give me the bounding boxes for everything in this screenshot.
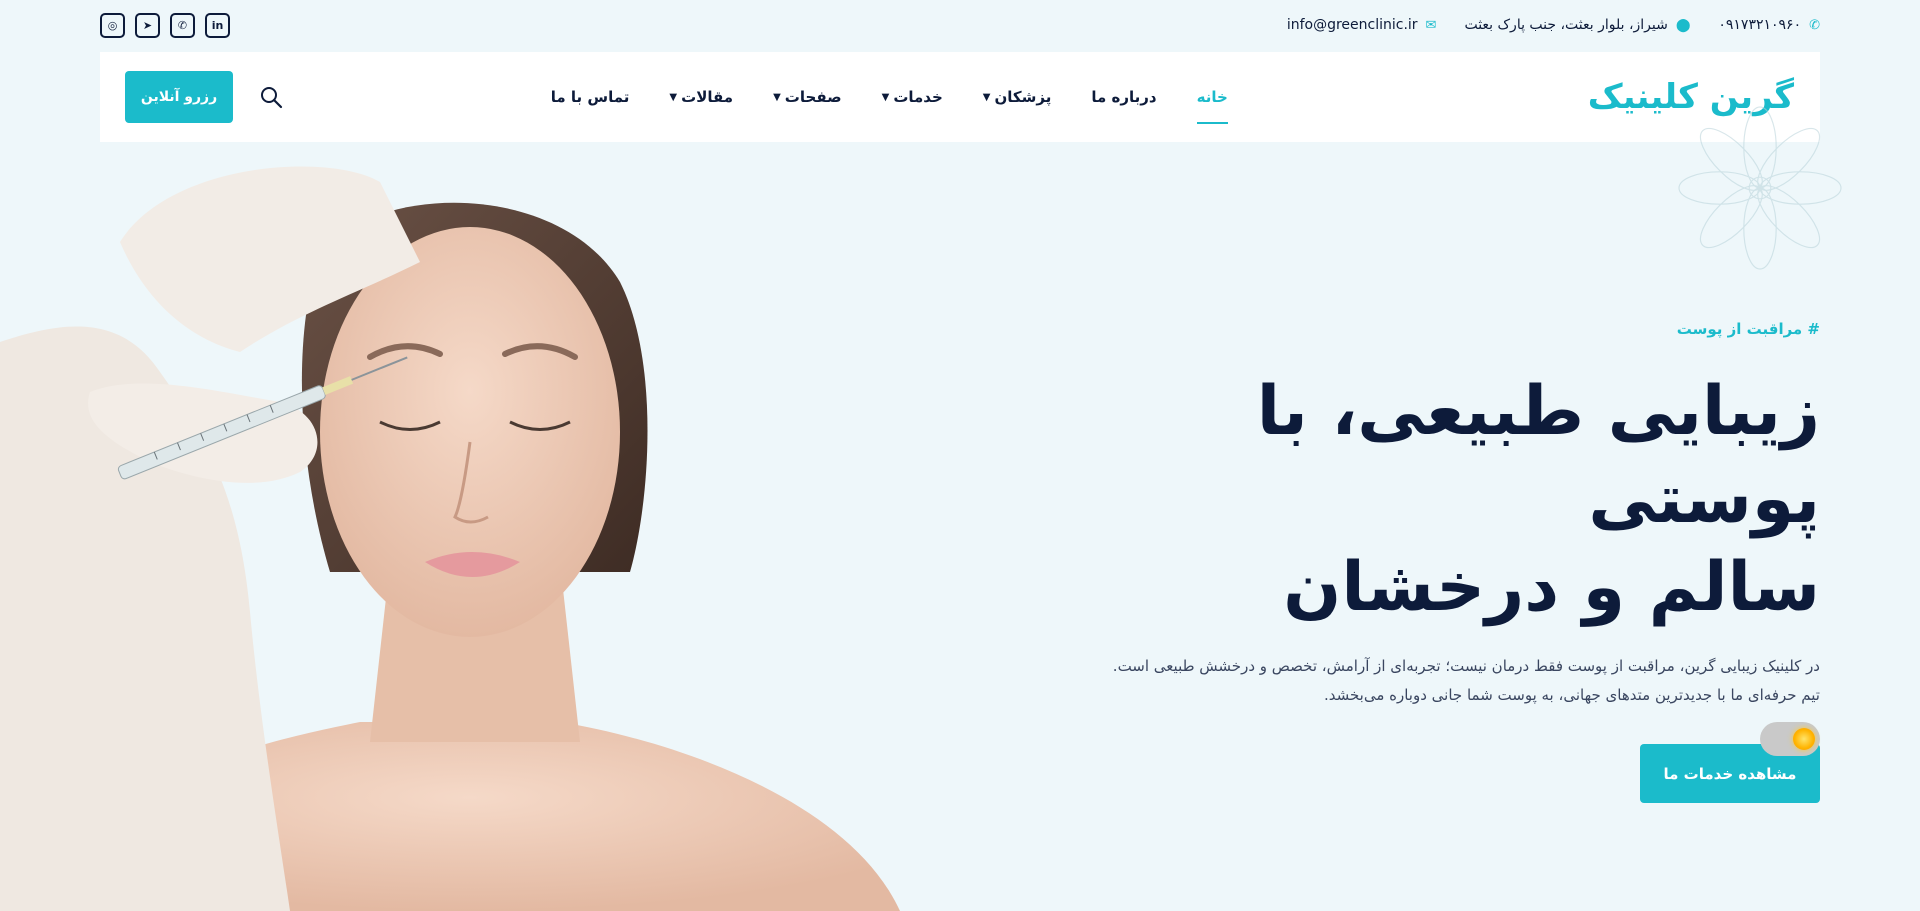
location-pin-icon: ⬤ xyxy=(1675,17,1691,33)
mail-icon: ✉ xyxy=(1425,17,1437,33)
nav-item-about[interactable]: درباره ما xyxy=(1091,52,1156,142)
address-item: ⬤ شیراز، بلوار بعثت، جنب پارک بعثت xyxy=(1464,17,1690,33)
social-links: ◎ ➤ ✆ in xyxy=(100,12,230,38)
nav-item-label: خانه xyxy=(1196,88,1228,106)
linkedin-icon[interactable]: in xyxy=(205,12,230,38)
nav-item-label: پزشکان xyxy=(994,88,1052,106)
caret-down-icon: ▼ xyxy=(669,91,678,103)
header-actions: رزرو آنلاین xyxy=(125,71,285,123)
whatsapp-icon[interactable]: ✆ xyxy=(170,12,195,38)
instagram-icon[interactable]: ◎ xyxy=(100,12,125,38)
reserve-online-button[interactable]: رزرو آنلاین xyxy=(125,71,233,123)
phone-icon: ✆ xyxy=(1809,17,1820,33)
search-icon[interactable] xyxy=(257,83,285,111)
caret-down-icon: ▼ xyxy=(982,91,991,103)
nav-item-pages[interactable]: صفحات ▼ xyxy=(773,52,842,142)
nav-item-label: خدمات xyxy=(893,88,943,106)
phone-item[interactable]: ✆ ۰۹۱۷۳۲۱۰۹۶۰ xyxy=(1718,17,1820,33)
nav-item-home[interactable]: خانه xyxy=(1196,52,1228,142)
flower-decoration xyxy=(1678,106,1842,270)
phone-text: ۰۹۱۷۳۲۱۰۹۶۰ xyxy=(1718,17,1802,33)
nav-item-label: تماس با ما xyxy=(550,88,630,106)
nav-item-label: صفحات xyxy=(784,88,842,106)
nav-item-articles[interactable]: مقالات ▼ xyxy=(669,52,733,142)
hero-headline-line2: سالم و درخشان xyxy=(1283,548,1820,627)
caret-down-icon: ▼ xyxy=(773,91,781,103)
hero-description: در کلینیک زیبایی گرین، مراقبت از پوست فق… xyxy=(1100,652,1820,710)
nav-item-contact[interactable]: تماس با ما xyxy=(551,52,630,142)
caret-down-icon: ▼ xyxy=(881,91,890,103)
theme-toggle[interactable] xyxy=(1760,722,1820,756)
hero-headline-line1: زیبایی طبیعی، با پوستی xyxy=(1256,372,1820,539)
telegram-icon[interactable]: ➤ xyxy=(135,12,160,38)
email-item[interactable]: ✉ info@greenclinic.ir xyxy=(1287,17,1437,33)
hero-description-line2: تیم حرفه‌ای ما با جدیدترین متدهای جهانی،… xyxy=(1323,686,1820,704)
main-nav: خانه درباره ما پزشکان ▼ خدمات ▼ صفحات ▼ مقا… xyxy=(551,52,1228,142)
nav-item-doctors[interactable]: پزشکان ▼ xyxy=(983,52,1052,142)
hero-eyebrow: # مراقبت از پوست xyxy=(1676,320,1820,338)
hero-image xyxy=(0,142,900,911)
main-header: گرین کلینیک خانه درباره ما پزشکان ▼ خدمات… xyxy=(100,52,1820,142)
email-text: info@greenclinic.ir xyxy=(1286,17,1418,33)
hero-content: # مراقبت از پوست زیبایی طبیعی، با پوستی … xyxy=(1100,320,1820,803)
hero-description-line1: در کلینیک زیبایی گرین، مراقبت از پوست فق… xyxy=(1112,657,1820,675)
nav-item-label: درباره ما xyxy=(1091,88,1157,106)
nav-item-label: مقالات xyxy=(681,88,734,106)
topbar: ◎ ➤ ✆ in ✆ ۰۹۱۷۳۲۱۰۹۶۰ ⬤ شیراز، بلوار بع… xyxy=(100,0,1820,50)
contact-info: ✆ ۰۹۱۷۳۲۱۰۹۶۰ ⬤ شیراز، بلوار بعثت، جنب پ… xyxy=(1287,17,1820,33)
nav-item-services[interactable]: خدمات ▼ xyxy=(882,52,943,142)
hero-headline: زیبایی طبیعی، با پوستی سالم و درخشان xyxy=(1100,368,1820,632)
sun-icon xyxy=(1793,728,1815,750)
address-text: شیراز، بلوار بعثت، جنب پارک بعثت xyxy=(1464,17,1668,33)
